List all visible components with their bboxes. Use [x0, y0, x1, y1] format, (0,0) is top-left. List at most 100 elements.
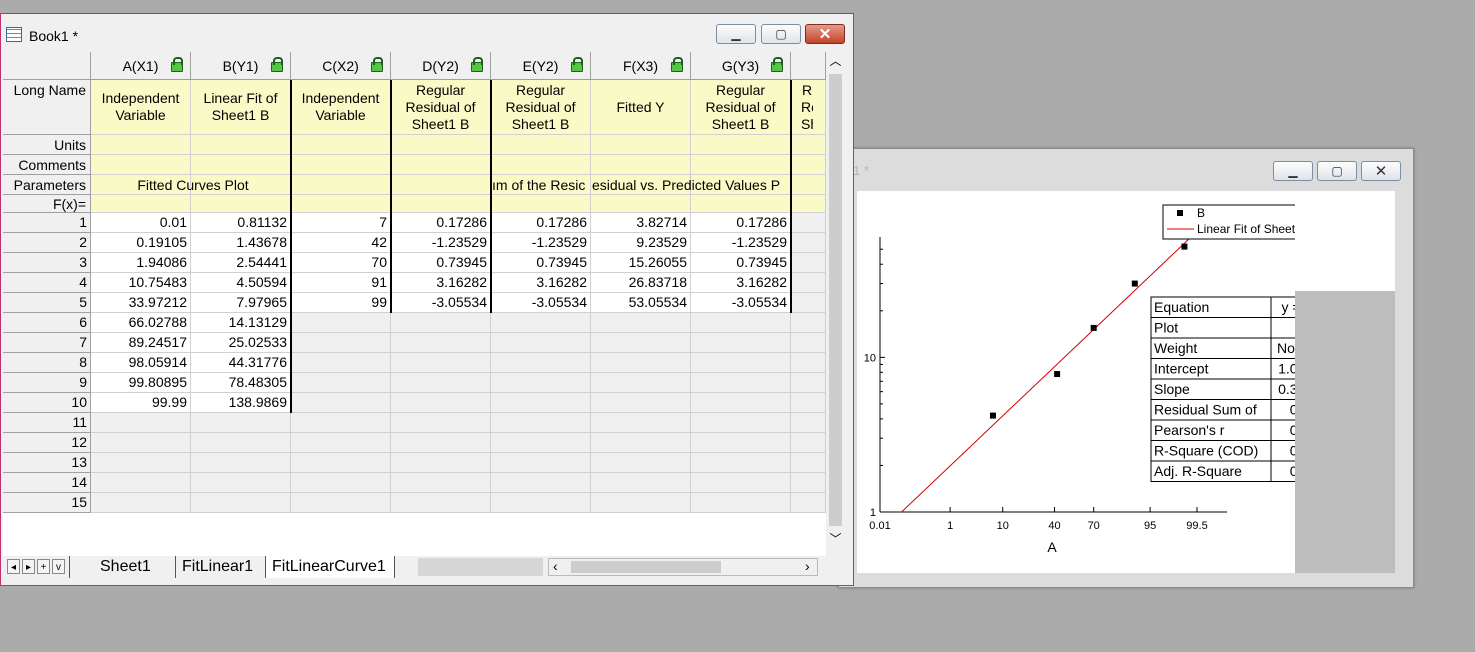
row-number[interactable]: 3 — [3, 253, 91, 273]
meta-cell[interactable] — [691, 135, 791, 155]
data-cell[interactable] — [391, 353, 491, 373]
meta-cell[interactable] — [91, 195, 191, 213]
data-cell[interactable]: 3.16282 — [491, 273, 591, 293]
data-cell[interactable]: 99.99 — [91, 393, 191, 413]
scroll-left-icon[interactable]: ‹ — [553, 558, 558, 574]
column-header[interactable]: E(Y2) — [491, 52, 591, 80]
scroll-down-icon[interactable]: ﹀ — [826, 530, 845, 549]
data-cell[interactable] — [291, 333, 391, 353]
data-cell[interactable] — [691, 313, 791, 333]
data-cell[interactable] — [791, 273, 826, 293]
tab-fitlinear1[interactable]: FitLinear1 — [175, 556, 261, 578]
data-cell[interactable] — [591, 413, 691, 433]
data-cell[interactable] — [191, 413, 291, 433]
row-number[interactable]: 13 — [3, 453, 91, 473]
column-header[interactable]: G(Y3) — [691, 52, 791, 80]
scroll-thumb[interactable] — [829, 74, 842, 526]
data-point[interactable] — [1181, 243, 1188, 250]
data-cell[interactable] — [491, 313, 591, 333]
row-number[interactable]: 8 — [3, 353, 91, 373]
workbook-minimize-button[interactable]: ▁ — [716, 24, 756, 44]
column-header[interactable]: A(X1) — [91, 52, 191, 80]
meta-cell[interactable] — [291, 195, 391, 213]
data-cell[interactable] — [691, 493, 791, 513]
data-cell[interactable]: 0.73945 — [491, 253, 591, 273]
data-cell[interactable] — [391, 433, 491, 453]
data-cell[interactable] — [491, 433, 591, 453]
meta-cell[interactable] — [391, 135, 491, 155]
data-cell[interactable] — [691, 473, 791, 493]
vertical-scrollbar[interactable]: ︿ ﹀ — [826, 52, 845, 559]
data-cell[interactable] — [191, 493, 291, 513]
data-cell[interactable] — [391, 393, 491, 413]
data-cell[interactable] — [391, 333, 491, 353]
row-number[interactable]: 14 — [3, 473, 91, 493]
data-cell[interactable]: 26.83718 — [591, 273, 691, 293]
data-cell[interactable] — [291, 413, 391, 433]
meta-cell[interactable] — [791, 155, 826, 175]
meta-cell[interactable] — [491, 135, 591, 155]
data-cell[interactable] — [291, 453, 391, 473]
data-cell[interactable] — [391, 413, 491, 433]
meta-cell[interactable]: Regular Residual of Sheet1 B — [491, 80, 591, 135]
meta-cell[interactable] — [191, 195, 291, 213]
data-cell[interactable] — [491, 373, 591, 393]
data-cell[interactable]: 0.17286 — [391, 213, 491, 233]
data-cell[interactable]: 3.16282 — [691, 273, 791, 293]
meta-cell[interactable] — [491, 155, 591, 175]
data-cell[interactable] — [691, 433, 791, 453]
data-cell[interactable] — [491, 353, 591, 373]
row-number[interactable]: 7 — [3, 333, 91, 353]
data-cell[interactable] — [391, 493, 491, 513]
horizontal-scrollbar[interactable]: ‹ › — [548, 558, 818, 576]
corner-cell[interactable] — [3, 52, 91, 80]
meta-cell[interactable]: Independent Variable — [91, 80, 191, 135]
data-cell[interactable]: 7 — [291, 213, 391, 233]
data-cell[interactable] — [791, 353, 826, 373]
row-number[interactable]: 10 — [3, 393, 91, 413]
data-cell[interactable] — [691, 353, 791, 373]
row-number[interactable]: 15 — [3, 493, 91, 513]
data-cell[interactable]: 1.43678 — [191, 233, 291, 253]
data-cell[interactable] — [291, 433, 391, 453]
meta-cell[interactable] — [491, 195, 591, 213]
data-cell[interactable]: 0.81132 — [191, 213, 291, 233]
data-cell[interactable] — [791, 313, 826, 333]
hscroll-thumb[interactable] — [571, 561, 721, 573]
data-cell[interactable] — [491, 333, 591, 353]
data-cell[interactable]: 70 — [291, 253, 391, 273]
fit-line[interactable] — [901, 236, 1192, 513]
scroll-right-icon[interactable]: › — [805, 558, 810, 574]
data-cell[interactable] — [691, 453, 791, 473]
workbook-titlebar[interactable]: Book1 * ▁ ▢ ✕ — [1, 14, 853, 52]
tab-sheet1[interactable]: Sheet1 — [69, 556, 161, 578]
legend[interactable]: B Linear Fit of Sheet1 B — [1162, 204, 1326, 240]
data-point[interactable] — [1054, 371, 1061, 378]
meta-cell[interactable] — [791, 135, 826, 155]
meta-cell[interactable] — [791, 195, 826, 213]
graph-minimize-button[interactable]: ▁ — [1273, 161, 1313, 181]
meta-cell[interactable] — [391, 195, 491, 213]
meta-cell[interactable] — [291, 135, 391, 155]
data-cell[interactable] — [791, 213, 826, 233]
data-cell[interactable] — [91, 413, 191, 433]
data-cell[interactable] — [791, 333, 826, 353]
column-header[interactable]: B(Y1) — [191, 52, 291, 80]
data-cell[interactable] — [791, 253, 826, 273]
column-header[interactable] — [791, 52, 826, 80]
meta-cell[interactable] — [91, 135, 191, 155]
data-cell[interactable]: 10.75483 — [91, 273, 191, 293]
data-cell[interactable]: 98.05914 — [91, 353, 191, 373]
data-cell[interactable] — [91, 473, 191, 493]
data-cell[interactable] — [791, 473, 826, 493]
row-number[interactable]: 12 — [3, 433, 91, 453]
next-sheet-icon[interactable]: ▸ — [22, 559, 35, 574]
data-cell[interactable] — [791, 433, 826, 453]
data-cell[interactable] — [691, 373, 791, 393]
data-cell[interactable] — [591, 373, 691, 393]
row-number[interactable]: 9 — [3, 373, 91, 393]
data-cell[interactable] — [691, 333, 791, 353]
data-point[interactable] — [989, 412, 996, 419]
fit-results-table[interactable]: Equationy = a + b*xPlotBWeightNo Weighti… — [1150, 296, 1360, 482]
meta-cell[interactable] — [191, 135, 291, 155]
